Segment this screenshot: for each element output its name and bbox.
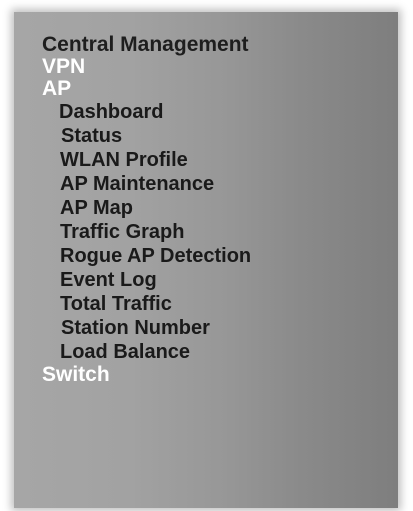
- menu-item-rogue-ap-detection[interactable]: Rogue AP Detection: [42, 244, 398, 268]
- menu-switch[interactable]: Switch: [42, 364, 398, 386]
- menu-item-dashboard[interactable]: Dashboard: [42, 100, 398, 124]
- menu-ap[interactable]: AP: [42, 78, 398, 100]
- menu-item-event-log[interactable]: Event Log: [42, 268, 398, 292]
- menu-item-ap-maintenance[interactable]: AP Maintenance: [42, 172, 398, 196]
- menu-item-traffic-graph[interactable]: Traffic Graph: [42, 220, 398, 244]
- menu-central-management[interactable]: Central Management: [42, 34, 398, 56]
- sidebar-menu: Central Management VPN AP Dashboard Stat…: [42, 34, 398, 386]
- menu-vpn[interactable]: VPN: [42, 56, 398, 78]
- ap-submenu: Dashboard Status WLAN Profile AP Mainten…: [42, 100, 398, 364]
- menu-item-wlan-profile[interactable]: WLAN Profile: [42, 148, 398, 172]
- menu-item-status[interactable]: Status: [42, 124, 398, 148]
- menu-item-ap-map[interactable]: AP Map: [42, 196, 398, 220]
- menu-item-load-balance[interactable]: Load Balance: [42, 340, 398, 364]
- menu-item-total-traffic[interactable]: Total Traffic: [42, 292, 398, 316]
- navigation-panel: Central Management VPN AP Dashboard Stat…: [14, 12, 398, 508]
- menu-item-station-number[interactable]: Station Number: [42, 316, 398, 340]
